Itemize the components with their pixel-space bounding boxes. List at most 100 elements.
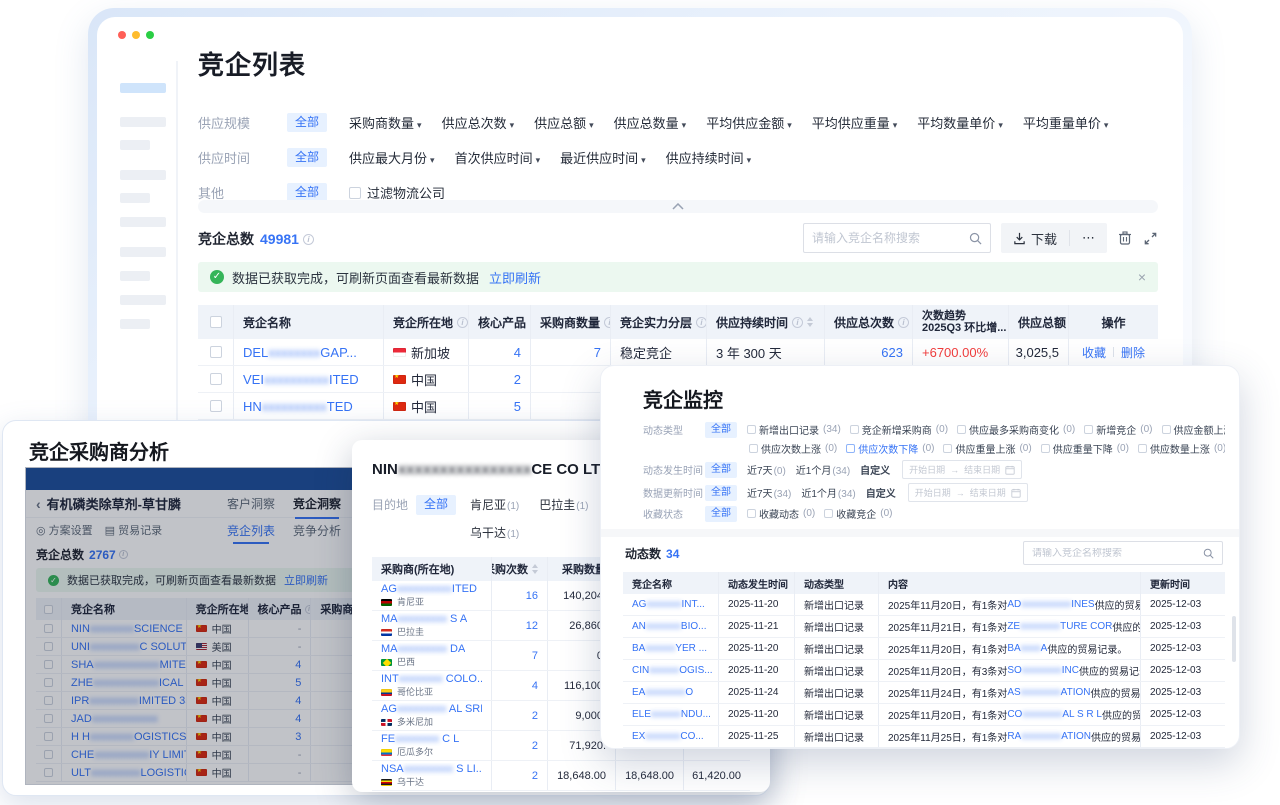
supply-times[interactable]: 623 xyxy=(825,339,913,365)
banner-close-icon[interactable]: × xyxy=(1138,269,1146,285)
sidebar-item-active[interactable] xyxy=(120,83,166,93)
buyer-name-link[interactable]: NSAxxxxxxxxx S LI... xyxy=(381,763,482,776)
filter-all-pill[interactable]: 全部 xyxy=(705,485,737,501)
type-checkbox-option[interactable]: 供应金额上涨(0) xyxy=(1162,422,1226,437)
filter-dropdown-avg-qty-price[interactable]: 平均数量单价 xyxy=(917,113,1003,132)
filter-dropdown-recent-supply[interactable]: 最近供应时间 xyxy=(560,148,646,167)
table-row[interactable]: EAxxxxxxxx O 2025-11-24 新增出口记录 2025年11月2… xyxy=(623,682,1225,704)
filter-all-pill[interactable]: 全部 xyxy=(705,462,737,478)
filter-all-pill[interactable]: 全部 xyxy=(287,148,327,167)
type-checkbox-option[interactable]: 供应数量上涨(0) xyxy=(1138,441,1225,456)
buyer-name-link[interactable]: MAxxxxxxxxx DA xyxy=(381,643,465,656)
search-icon[interactable] xyxy=(1203,548,1214,559)
type-checkbox-option[interactable]: 供应次数上涨(0) xyxy=(749,441,837,456)
type-checkbox-option[interactable]: 新增竞企(0) xyxy=(1084,422,1152,437)
filter-dropdown-max-month[interactable]: 供应最大月份 xyxy=(349,148,435,167)
competitor-name-link[interactable]: EAxxxxxxxx O xyxy=(623,682,719,703)
buyer-count[interactable]: 7 xyxy=(531,339,611,365)
table-row[interactable]: ELExxxxxx NDU... 2025-11-20 新增出口记录 2025年… xyxy=(623,704,1225,726)
download-button[interactable]: 下载 xyxy=(1001,229,1069,248)
monitor-search-input[interactable] xyxy=(1032,548,1203,559)
filter-dropdown-supply-qty[interactable]: 供应总数量 xyxy=(614,113,687,132)
filter-all-pill[interactable]: 全部 xyxy=(705,422,737,438)
type-checkbox-option[interactable]: 供应重量下降(0) xyxy=(1041,441,1129,456)
sidebar-item[interactable] xyxy=(120,217,166,227)
sort-icon[interactable] xyxy=(532,561,538,577)
table-row[interactable]: EXxxxxxxx CO... 2025-11-25 新增出口记录 2025年1… xyxy=(623,726,1225,748)
minimize-dot-icon[interactable] xyxy=(132,31,140,39)
core-product-count[interactable]: 2 xyxy=(469,366,531,392)
table-row[interactable]: NSAxxxxxxxxx S LI...乌干达 2 18,648.00 18,6… xyxy=(372,761,750,791)
last-7-days-option[interactable]: 近7天(34) xyxy=(747,485,791,500)
maximize-dot-icon[interactable] xyxy=(146,31,154,39)
competitor-search-input[interactable] xyxy=(812,231,969,245)
expand-icon[interactable] xyxy=(1143,231,1158,246)
core-product-count[interactable]: 5 xyxy=(469,393,531,419)
filter-dropdown-avg-weight-price[interactable]: 平均重量单价 xyxy=(1023,113,1109,132)
competitor-name-link[interactable]: AGxxxxxxx INT... xyxy=(623,594,719,615)
type-checkbox-option[interactable]: 竞企新增采购商(0) xyxy=(850,422,948,437)
row-checkbox[interactable] xyxy=(210,346,222,358)
destination-option[interactable]: 乌干达(1) xyxy=(470,523,519,545)
date-range-input[interactable]: 开始日期→结束日期 xyxy=(902,460,1022,479)
competitor-name-link[interactable]: ELExxxxxx NDU... xyxy=(623,704,719,725)
search-icon[interactable] xyxy=(969,232,982,245)
last-7-days-option[interactable]: 近7天(0) xyxy=(747,462,786,477)
last-month-option[interactable]: 近1个月(34) xyxy=(796,462,850,477)
buyer-name-link[interactable]: AGxxxxxxxxxxITED xyxy=(381,583,477,596)
date-range-input[interactable]: 开始日期→结束日期 xyxy=(908,483,1028,502)
sidebar-item[interactable] xyxy=(120,140,150,150)
destination-option[interactable]: 巴拉圭(1) xyxy=(539,495,588,517)
competitor-name-link[interactable]: CINxxxxxx OGIS... xyxy=(623,660,719,681)
sort-icon[interactable] xyxy=(807,314,813,330)
close-dot-icon[interactable] xyxy=(118,31,126,39)
type-checkbox-option[interactable]: 供应最多采购商变化(0) xyxy=(957,422,1075,437)
buyer-name-link[interactable]: FExxxxxxxx C L xyxy=(381,733,459,746)
destination-all-pill[interactable]: 全部 xyxy=(416,495,456,515)
scrollbar-thumb[interactable] xyxy=(1232,616,1236,662)
filter-dropdown-first-supply[interactable]: 首次供应时间 xyxy=(455,148,541,167)
type-checkbox-option-highlighted[interactable]: 供应次数下降(0) xyxy=(846,441,934,456)
type-checkbox-option[interactable]: 供应重量上涨(0) xyxy=(943,441,1031,456)
competitor-name-link[interactable]: EXxxxxxxx CO... xyxy=(623,726,719,747)
fav-checkbox-option[interactable]: 收藏动态(0) xyxy=(747,506,815,521)
table-row[interactable]: CINxxxxxx OGIS... 2025-11-20 新增出口记录 2025… xyxy=(623,660,1225,682)
competitor-name-link[interactable]: DELxxxxxxxxGAP... xyxy=(234,339,384,365)
more-button[interactable]: ⋯ xyxy=(1070,230,1107,246)
row-checkbox[interactable] xyxy=(210,373,222,385)
delete-link[interactable]: 删除 xyxy=(1121,344,1145,361)
refresh-now-link[interactable]: 立即刷新 xyxy=(489,268,541,287)
filter-all-pill[interactable]: 全部 xyxy=(705,506,737,522)
filter-dropdown-supply-times[interactable]: 供应总次数 xyxy=(442,113,515,132)
filter-collapse-bar[interactable] xyxy=(198,200,1158,213)
sidebar-item[interactable] xyxy=(120,170,166,180)
competitor-name-link[interactable]: ANxxxxxxx BIO... xyxy=(623,616,719,637)
destination-option[interactable]: 肯尼亚(1) xyxy=(470,495,519,517)
filter-dropdown-supply-amount[interactable]: 供应总额 xyxy=(534,113,594,132)
select-all-checkbox[interactable] xyxy=(210,316,222,328)
favorite-link[interactable]: 收藏 xyxy=(1082,344,1106,361)
filter-dropdown-avg-amount[interactable]: 平均供应金额 xyxy=(706,113,792,132)
sidebar-item[interactable] xyxy=(120,319,150,329)
core-product-count[interactable]: 4 xyxy=(469,339,531,365)
fav-checkbox-option[interactable]: 收藏竞企(0) xyxy=(824,506,892,521)
table-row[interactable]: DELxxxxxxxxGAP... 新加坡 4 7 稳定竞企 3 年 300 天… xyxy=(198,339,1158,366)
buyer-name-link[interactable]: MAxxxxxxxxx S A xyxy=(381,613,467,626)
filter-dropdown-buyer-count[interactable]: 采购商数量 xyxy=(349,113,422,132)
table-row[interactable]: AGxxxxxxx INT... 2025-11-20 新增出口记录 2025年… xyxy=(623,594,1225,616)
row-checkbox[interactable] xyxy=(210,400,222,412)
filter-all-pill[interactable]: 全部 xyxy=(287,113,327,132)
custom-range-label[interactable]: 自定义 xyxy=(866,485,896,500)
buyer-name-link[interactable]: INTxxxxxxxx COLO... xyxy=(381,673,482,686)
filter-dropdown-avg-weight[interactable]: 平均供应重量 xyxy=(812,113,898,132)
type-checkbox-option[interactable]: 新增出口记录(34) xyxy=(747,422,841,437)
sidebar-item[interactable] xyxy=(120,117,166,127)
competitor-name-link[interactable]: VEIxxxxxxxxxxITED xyxy=(234,366,384,392)
trash-icon[interactable] xyxy=(1117,230,1133,246)
table-row[interactable]: ANxxxxxxx BIO... 2025-11-21 新增出口记录 2025年… xyxy=(623,616,1225,638)
sidebar-item[interactable] xyxy=(120,193,150,203)
filter-logistics-checkbox[interactable] xyxy=(349,187,361,199)
filter-dropdown-supply-duration[interactable]: 供应持续时间 xyxy=(666,148,752,167)
competitor-name-link[interactable]: HNxxxxxxxxxxTED xyxy=(234,393,384,419)
sidebar-item[interactable] xyxy=(120,247,166,257)
